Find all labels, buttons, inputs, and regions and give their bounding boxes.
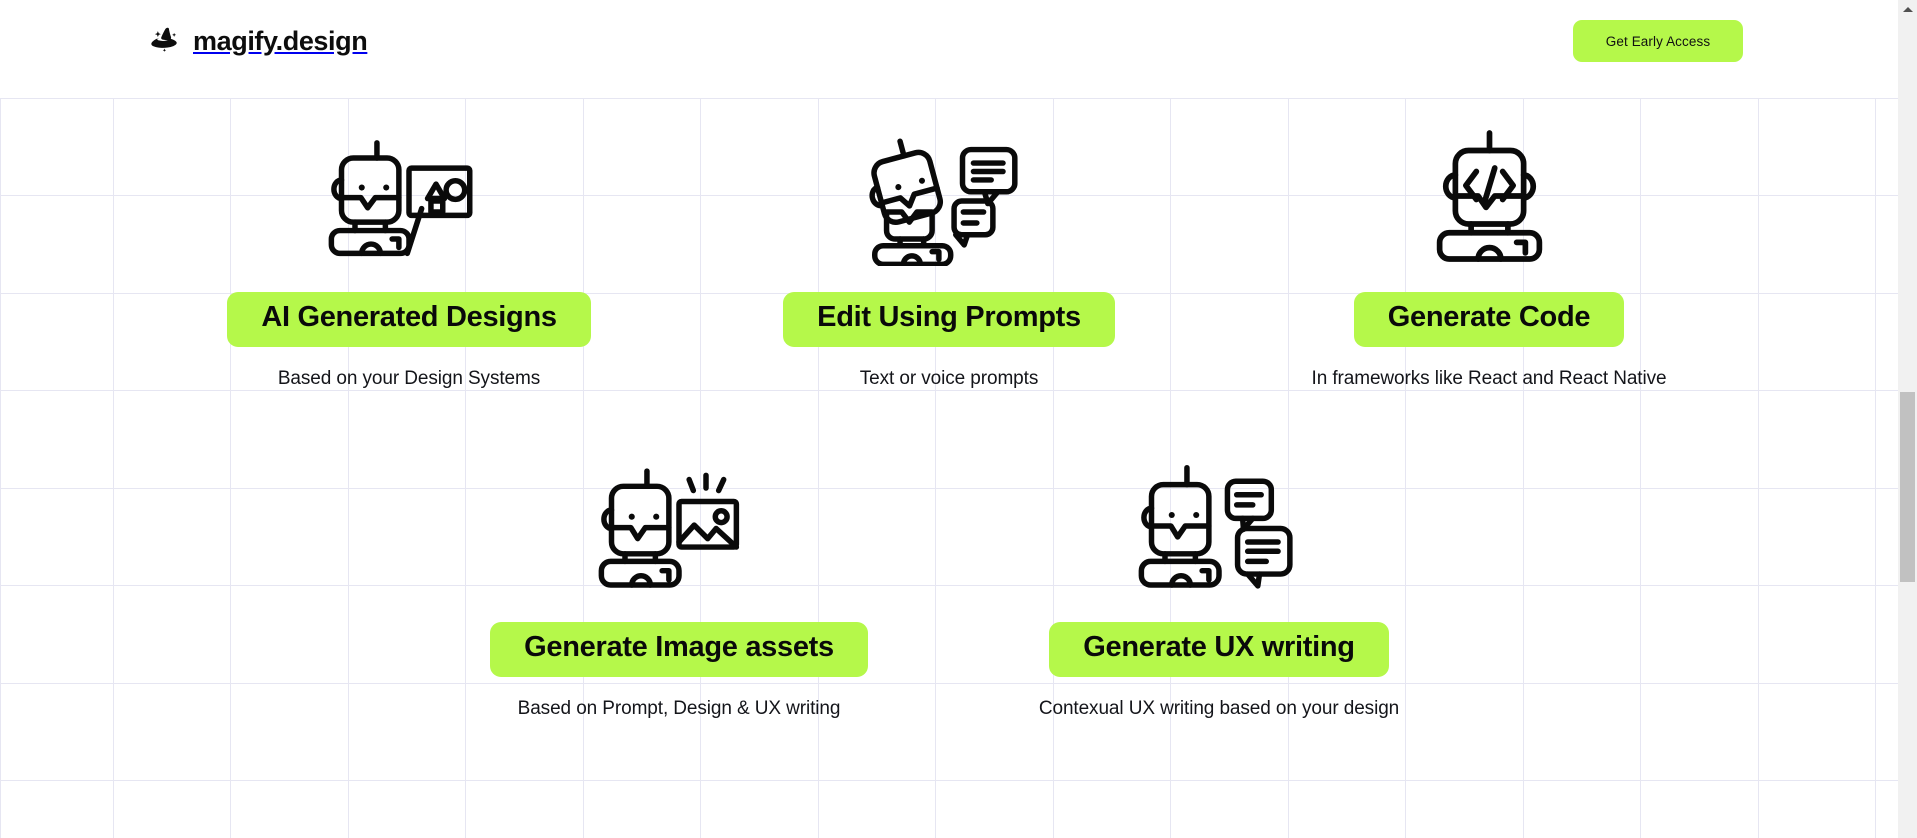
robot-speech-bubbles-tilted-icon (864, 116, 1034, 266)
feature-title-button[interactable]: Generate Image assets (490, 621, 868, 677)
feature-title-button[interactable]: AI Generated Designs (227, 292, 591, 347)
vertical-scroll-thumb[interactable] (1900, 392, 1915, 582)
features-row-1: AI Generated Designs Based on your Desig… (0, 98, 1898, 390)
site-header: magify.design Get Early Access (0, 0, 1898, 98)
feature-card-generate-ux-writing[interactable]: Generate UX writing Contexual UX writing… (949, 446, 1489, 720)
feature-subtitle: In frameworks like React and React Nativ… (1311, 367, 1667, 389)
page-root: Works with Figma Design faster with your… (0, 0, 1917, 838)
feature-title-button[interactable]: Edit Using Prompts (783, 292, 1115, 347)
vertical-scrollbar[interactable] (1898, 0, 1917, 838)
robot-presentation-board-icon (324, 116, 494, 266)
feature-card-generate-image-assets[interactable]: Generate Image assets Based on Prompt, D… (409, 446, 949, 720)
get-early-access-button[interactable]: Get Early Access (1573, 20, 1743, 62)
robot-image-frame-icon (594, 446, 764, 596)
features-section: AI Generated Designs Based on your Desig… (0, 98, 1898, 720)
feature-card-edit-using-prompts[interactable]: Edit Using Prompts Text or voice prompts (679, 116, 1219, 390)
feature-title-button[interactable]: Generate Code (1353, 292, 1625, 347)
triangle-up-icon[interactable] (1898, 0, 1917, 19)
robot-two-speech-bubbles-icon (1134, 446, 1304, 596)
feature-subtitle: Based on your Design Systems (277, 367, 541, 389)
brand-logo[interactable]: magify.design (146, 22, 368, 60)
brand-name: magify.design (193, 25, 368, 56)
feature-subtitle: Contexual UX writing based on your desig… (1038, 697, 1400, 719)
features-row-2: Generate Image assets Based on Prompt, D… (0, 390, 1898, 720)
feature-title-button[interactable]: Generate UX writing (1049, 621, 1389, 677)
feature-card-generate-code[interactable]: Generate Code In frameworks like React a… (1219, 116, 1759, 390)
feature-subtitle: Based on Prompt, Design & UX writing (517, 697, 841, 719)
feature-card-ai-generated-designs[interactable]: AI Generated Designs Based on your Desig… (139, 116, 679, 390)
feature-subtitle: Text or voice prompts (859, 367, 1039, 389)
robot-code-brackets-icon (1422, 116, 1557, 266)
wizard-hat-icon (146, 22, 184, 60)
